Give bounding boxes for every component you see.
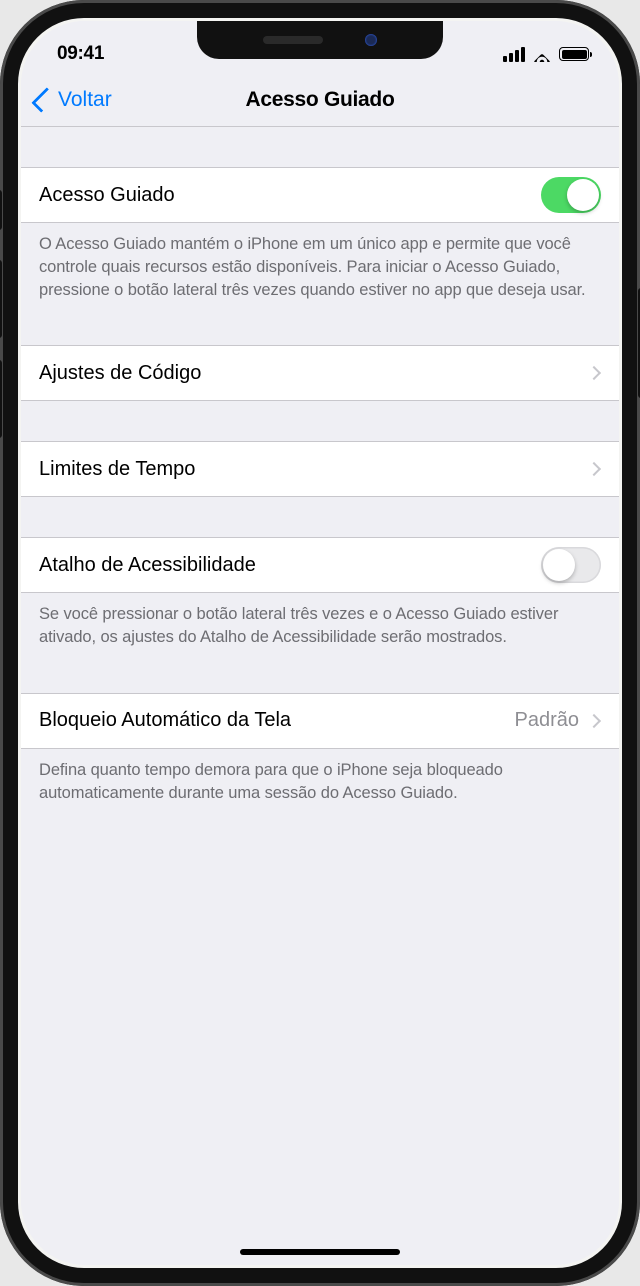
row-accessibility-shortcut[interactable]: Atalho de Acessibilidade [21,537,619,593]
chevron-right-icon [587,714,601,728]
notch [197,21,443,59]
row-passcode-settings[interactable]: Ajustes de Código [21,345,619,401]
row-value: Padrão [515,709,580,732]
row-auto-lock[interactable]: Bloqueio Automático da Tela Padrão [21,693,619,749]
battery-icon [559,47,589,61]
toggle-guided-access[interactable] [541,177,601,213]
status-time: 09:41 [57,43,104,65]
chevron-right-icon [587,462,601,476]
device-frame: 09:41 Voltar Acesso Guiado Acesso Guiado [0,0,640,1286]
speaker-grille [263,36,323,44]
footer-guided-access: O Acesso Guiado mantém o iPhone em um ún… [21,223,619,305]
wifi-icon [532,47,552,62]
row-label: Bloqueio Automático da Tela [39,709,291,732]
row-label: Ajustes de Código [39,362,201,385]
row-time-limits[interactable]: Limites de Tempo [21,441,619,497]
back-label: Voltar [58,88,112,112]
navigation-bar: Voltar Acesso Guiado [21,73,619,127]
home-indicator[interactable] [240,1249,400,1255]
back-button[interactable]: Voltar [33,88,112,112]
row-guided-access[interactable]: Acesso Guiado [21,167,619,223]
screen: 09:41 Voltar Acesso Guiado Acesso Guiado [21,21,619,1265]
cellular-icon [503,47,525,62]
row-label: Acesso Guiado [39,184,175,207]
row-label: Limites de Tempo [39,458,195,481]
row-label: Atalho de Acessibilidade [39,554,256,577]
chevron-left-icon [31,87,56,112]
chevron-right-icon [587,366,601,380]
footer-auto-lock: Defina quanto tempo demora para que o iP… [21,749,619,809]
settings-content[interactable]: Acesso Guiado O Acesso Guiado mantém o i… [21,127,619,1265]
front-camera [365,34,377,46]
toggle-accessibility-shortcut[interactable] [541,547,601,583]
footer-accessibility-shortcut: Se você pressionar o botão lateral três … [21,593,619,653]
